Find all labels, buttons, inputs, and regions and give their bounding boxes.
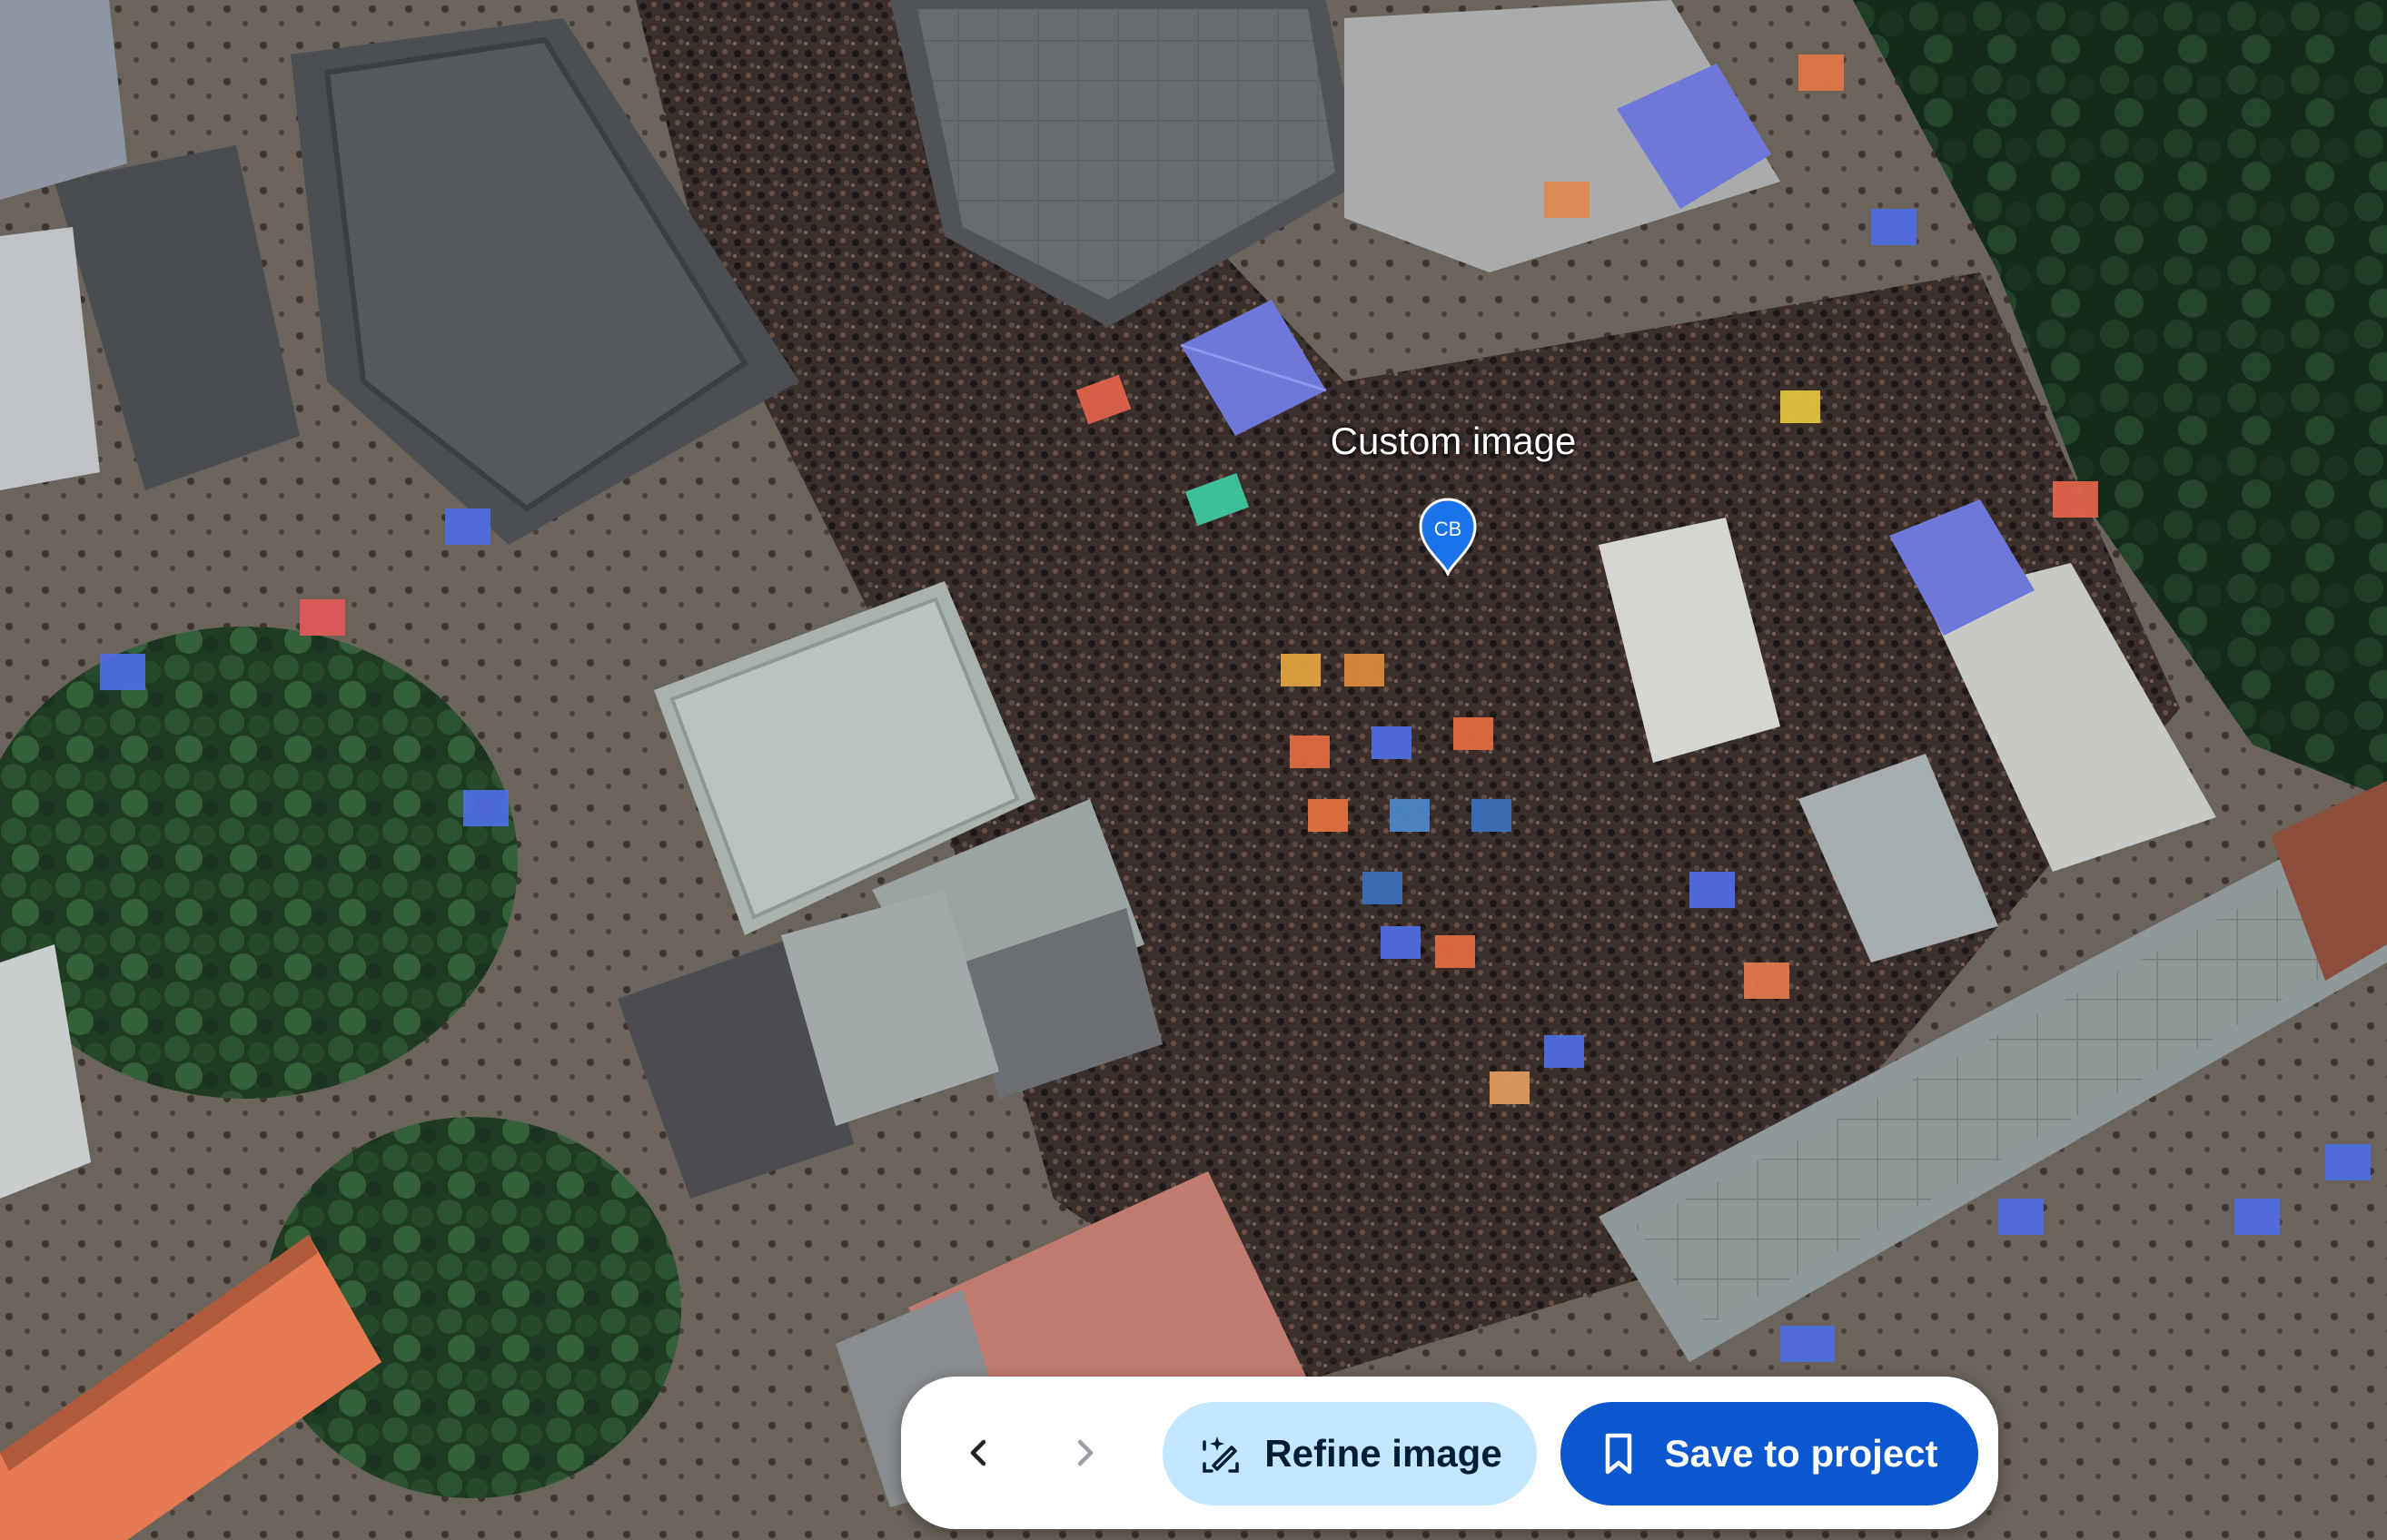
sparkle-edit-icon xyxy=(1203,1436,1240,1473)
previous-button[interactable] xyxy=(952,1426,1006,1480)
save-to-project-label: Save to project xyxy=(1664,1432,1938,1475)
refine-image-label: Refine image xyxy=(1264,1432,1502,1475)
marker-label: Custom image xyxy=(1330,420,1577,462)
next-button[interactable] xyxy=(1057,1426,1112,1480)
image-toolbar: Refine image Save to project xyxy=(901,1377,1998,1529)
bookmark-icon xyxy=(1606,1433,1632,1475)
marker-initials: CB xyxy=(1434,518,1462,540)
satellite-map[interactable] xyxy=(0,0,2387,1540)
chevron-right-icon xyxy=(1077,1439,1094,1466)
chevron-left-icon xyxy=(970,1439,986,1466)
refine-image-button[interactable]: Refine image xyxy=(1163,1402,1537,1505)
save-to-project-button[interactable]: Save to project xyxy=(1560,1402,1978,1505)
location-pin-icon[interactable]: CB xyxy=(1417,498,1479,576)
